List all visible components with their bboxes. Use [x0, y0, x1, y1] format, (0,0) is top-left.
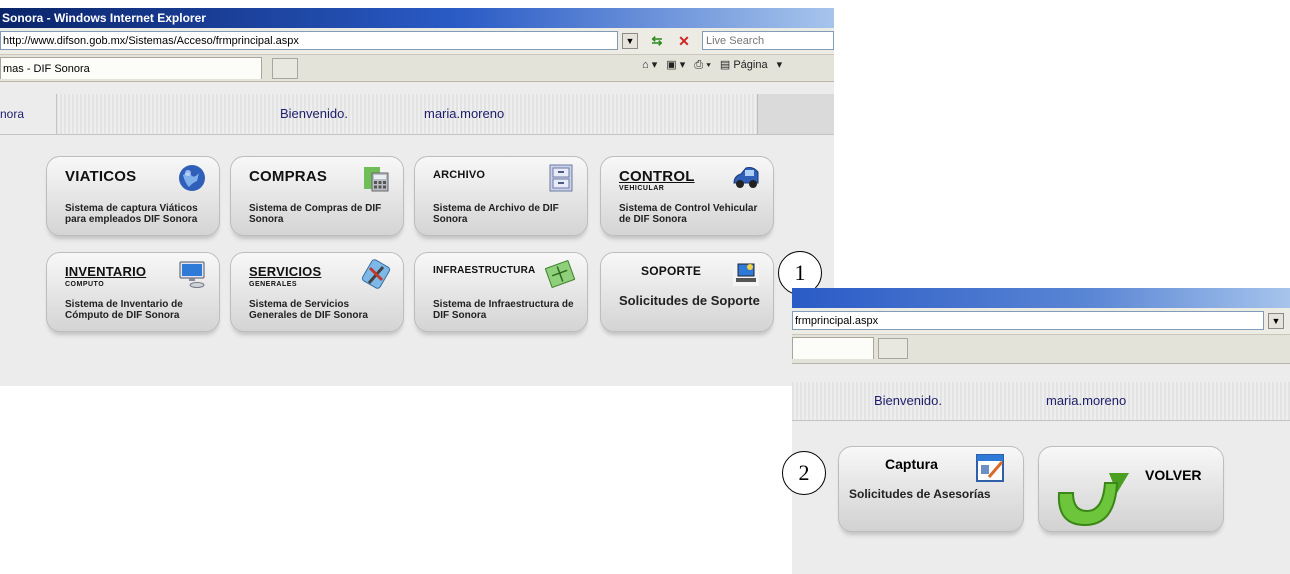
back-label: VOLVER [1145, 467, 1202, 483]
address-field[interactable]: http://www.difson.gob.mx/Sistemas/Acceso… [0, 31, 618, 50]
tile-title: CONTROL [619, 168, 695, 185]
capture-description: Solicitudes de Asesorías [849, 487, 991, 501]
new-tab-button[interactable] [878, 338, 908, 359]
window-title: Sonora - Windows Internet Explorer [0, 8, 834, 28]
back-arrow-icon [1057, 473, 1129, 527]
tile-description: Solicitudes de Soporte [619, 293, 760, 308]
tile-description: Sistema de Servicios Generales de DIF So… [249, 299, 368, 321]
page-menu-label: Página [733, 59, 768, 71]
capture-title: Captura [885, 456, 938, 472]
detail-screenshot: frmprincipal.aspx ▼ Bienvenido. maria.mo… [792, 288, 1290, 574]
tile-description: Sistema de captura Viáticos para emplead… [65, 203, 198, 225]
stop-icon[interactable]: ✕ [674, 32, 694, 50]
user-name: maria.moreno [424, 106, 505, 121]
tools-icon [361, 259, 391, 289]
tile-title: SOPORTE [641, 264, 702, 278]
welcome-text: Bienvenido. [874, 393, 942, 408]
feeds-icon[interactable]: ▣ ▾ [666, 59, 685, 71]
tile-infraestructura[interactable]: INFRAESTRUCTURA Sistema de Infraestructu… [414, 252, 588, 332]
refresh-icon[interactable]: ⇆ [646, 32, 668, 50]
window-title-bar [792, 288, 1290, 308]
header-right-panel [757, 94, 834, 134]
command-bar: ⌂ ▾ ▣ ▾ ⎙ ▾ ▤ Página ▾ [642, 58, 788, 72]
calculator-icon [364, 167, 389, 192]
main-screenshot: Sonora - Windows Internet Explorer http:… [0, 8, 834, 386]
tile-inventario-computo[interactable]: INVENTARIO COMPUTO Sistema de Inventario… [46, 252, 220, 332]
edit-form-icon [976, 454, 1004, 482]
monitor-icon [179, 261, 205, 288]
tile-description: Sistema de Archivo de DIF Sonora [433, 203, 559, 225]
app-header: nora Bienvenido. maria.moreno [0, 94, 834, 135]
back-button[interactable]: VOLVER [1038, 446, 1224, 532]
tile-soporte[interactable]: SOPORTE Solicitudes de Soporte [600, 252, 774, 332]
search-input[interactable]: Live Search [702, 31, 834, 50]
address-field[interactable]: frmprincipal.aspx [792, 311, 1264, 330]
new-tab-button[interactable] [272, 58, 298, 79]
file-cabinet-icon [549, 164, 573, 192]
tile-title: COMPRAS [249, 168, 328, 185]
user-name: maria.moreno [1046, 393, 1127, 408]
page-menu[interactable]: ▤ Página ▾ [720, 59, 782, 71]
tile-subtitle: COMPUTO [65, 281, 105, 288]
tab-active[interactable]: mas - DIF Sonora [0, 57, 262, 79]
car-icon [733, 167, 759, 188]
capture-button[interactable]: Captura Solicitudes de Asesorías [838, 446, 1024, 532]
support-computer-icon [733, 262, 759, 286]
callout-2: 2 [782, 451, 826, 495]
tile-subtitle: VEHICULAR [619, 185, 665, 192]
tile-title: SERVICIOS [249, 264, 322, 279]
tile-description: Sistema de Infraestructura de DIF Sonora [433, 299, 574, 321]
print-icon[interactable]: ⎙ ▾ [694, 59, 710, 71]
tile-archivo[interactable]: ARCHIVO Sistema de Archivo de DIF Sonora [414, 156, 588, 236]
app-header: Bienvenido. maria.moreno [792, 382, 1290, 421]
tile-servicios-generales[interactable]: SERVICIOS GENERALES Sistema de Servicios… [230, 252, 404, 332]
tile-description: Sistema de Control Vehicular de DIF Sono… [619, 203, 758, 225]
tile-description: Sistema de Compras de DIF Sonora [249, 203, 382, 225]
tile-description: Sistema de Inventario de Cómputo de DIF … [65, 299, 183, 321]
tile-title: INVENTARIO [65, 264, 147, 279]
tile-title: ARCHIVO [433, 169, 486, 181]
tile-subtitle: GENERALES [249, 281, 298, 288]
address-dropdown-button[interactable]: ▼ [622, 33, 638, 49]
tile-title: INFRAESTRUCTURA [433, 265, 536, 276]
address-dropdown-button[interactable]: ▼ [1268, 313, 1284, 329]
address-bar-row: frmprincipal.aspx ▼ [792, 308, 1290, 335]
home-icon[interactable]: ⌂ ▾ [642, 59, 657, 71]
blueprint-icon [545, 259, 575, 289]
address-bar-row: http://www.difson.gob.mx/Sistemas/Acceso… [0, 28, 834, 55]
tab-active[interactable] [792, 337, 874, 359]
tile-viaticos[interactable]: VIATICOS Sistema de captura Viáticos par… [46, 156, 220, 236]
globe-icon [179, 165, 205, 191]
tile-title: VIATICOS [65, 168, 137, 185]
tile-control-vehicular[interactable]: CONTROL VEHICULAR Sistema de Control Veh… [600, 156, 774, 236]
tile-compras[interactable]: COMPRAS Sistema de Compras de DIF Sonora [230, 156, 404, 236]
welcome-text: Bienvenido. [280, 106, 348, 121]
tabs-row [792, 335, 1290, 364]
tabs-row: mas - DIF Sonora ⌂ ▾ ▣ ▾ ⎙ ▾ ▤ Página ▾ [0, 55, 834, 82]
site-label: nora [0, 94, 57, 134]
